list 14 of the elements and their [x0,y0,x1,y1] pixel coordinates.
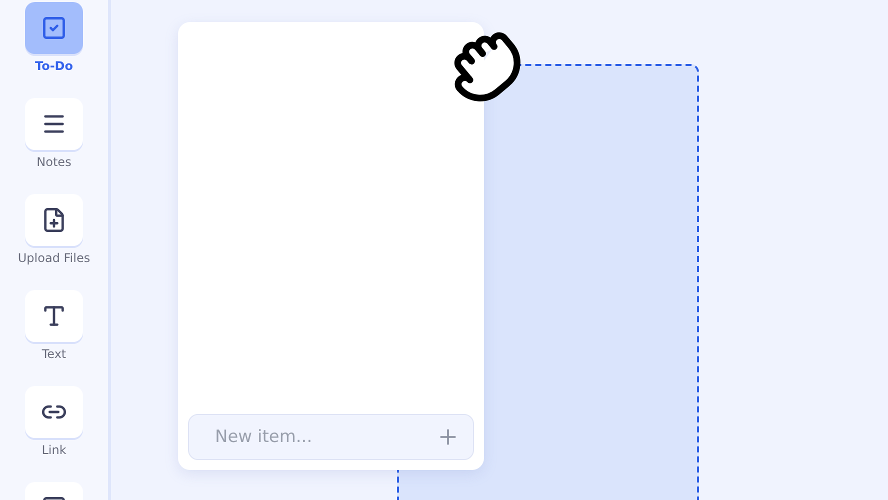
tool-label: Notes [36,155,72,169]
tool-label: Link [42,443,66,457]
checkbox-icon [41,15,67,41]
tool-label: Text [42,347,66,361]
tool-label: Upload Files [18,251,90,265]
tool-button[interactable] [25,386,83,438]
new-item-input[interactable]: New item... [213,426,436,448]
tool-button[interactable] [24,194,83,246]
text-icon [41,303,67,329]
tool-button[interactable] [25,2,83,54]
new-item-field[interactable]: New item... [188,414,474,460]
tool-button[interactable] [25,290,83,342]
tool-label: To-Do [34,59,74,73]
tool-button[interactable] [25,98,83,150]
